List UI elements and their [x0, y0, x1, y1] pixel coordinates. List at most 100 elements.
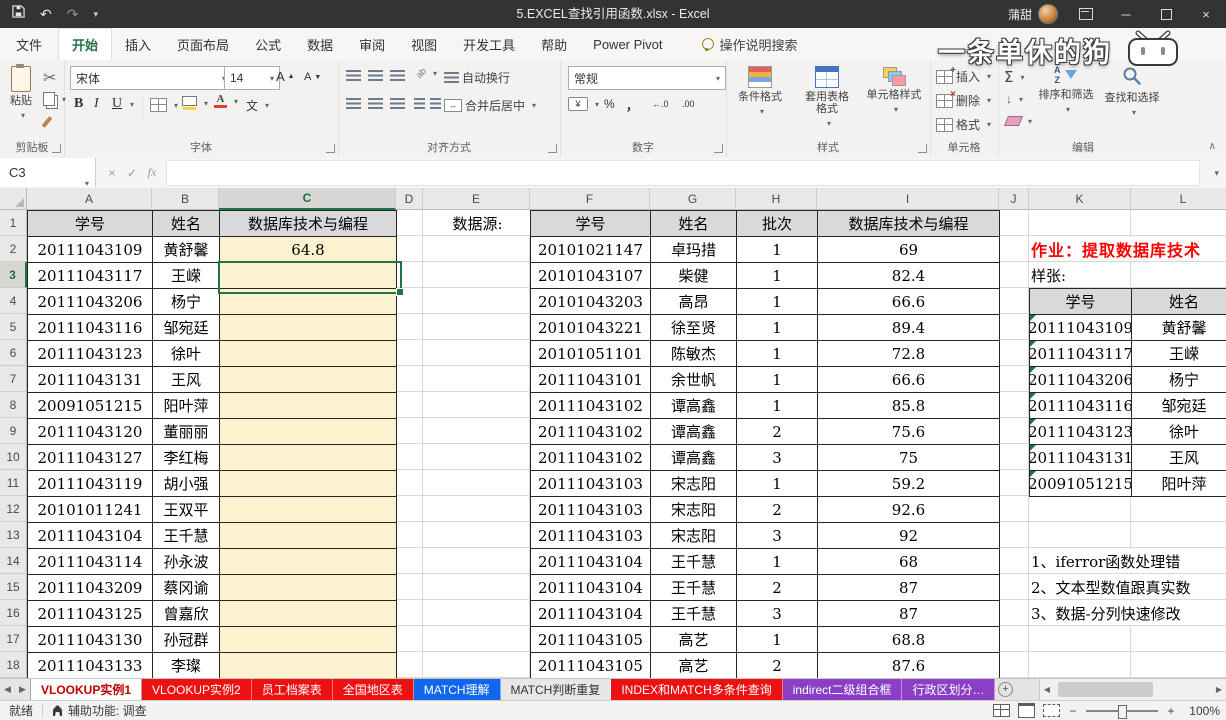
cell-G7[interactable]: 余世帆 — [650, 366, 737, 393]
undo-icon[interactable]: ↶ — [40, 7, 52, 21]
cell-F1[interactable]: 学号 — [530, 210, 651, 237]
cell-I17[interactable]: 68.8 — [817, 626, 1000, 653]
cell-I1[interactable]: 数据库技术与编程 — [817, 210, 1000, 237]
cell-G5[interactable]: 徐至贤 — [650, 314, 737, 341]
percent-style-button[interactable]: % — [604, 97, 615, 111]
row-header-15[interactable]: 15 — [0, 574, 27, 600]
cell-H18[interactable]: 2 — [736, 652, 818, 678]
cell-F12[interactable]: 20111043103 — [530, 496, 651, 523]
cell-A10[interactable]: 20111043127 — [27, 444, 153, 471]
ribbon-tab-审阅[interactable]: 审阅 — [346, 28, 398, 60]
cell-A12[interactable]: 20101011241 — [27, 496, 153, 523]
scroll-right-icon[interactable]: ▶ — [1212, 685, 1226, 694]
cell-K5[interactable]: 20111043109 — [1029, 314, 1132, 341]
row-header-13[interactable]: 13 — [0, 522, 27, 548]
cell-H1[interactable]: 批次 — [736, 210, 818, 237]
cell-C10[interactable] — [219, 444, 397, 471]
cell-B7[interactable]: 王风 — [152, 366, 220, 393]
cell-L5[interactable]: 黄舒馨 — [1131, 314, 1226, 341]
sheet-nav-right-icon[interactable]: ▶ — [15, 679, 30, 700]
maximize-button[interactable] — [1146, 0, 1186, 28]
cell-I15[interactable]: 87 — [817, 574, 1000, 601]
cell-I6[interactable]: 72.8 — [817, 340, 1000, 367]
cell-G17[interactable]: 高艺 — [650, 626, 737, 653]
cell-G16[interactable]: 王千慧 — [650, 600, 737, 627]
cell-C12[interactable] — [219, 496, 397, 523]
column-header-B[interactable]: B — [152, 188, 219, 210]
sheet-tab-VLOOKUP实例1[interactable]: VLOOKUP实例1 — [30, 679, 143, 700]
row-header-5[interactable]: 5 — [0, 314, 27, 340]
cut-button[interactable]: ✂ — [43, 68, 56, 88]
row-header-14[interactable]: 14 — [0, 548, 27, 574]
cell-I14[interactable]: 68 — [817, 548, 1000, 575]
row-header-11[interactable]: 11 — [0, 470, 27, 496]
cell-I5[interactable]: 89.4 — [817, 314, 1000, 341]
cell-H4[interactable]: 1 — [736, 288, 818, 315]
cell-L4[interactable]: 姓名 — [1131, 288, 1226, 315]
cell-G10[interactable]: 谭高鑫 — [650, 444, 737, 471]
grid-body[interactable]: 学号 姓名 数据库技术与编程 20111043109 黄舒馨 64.8 2011104311… — [27, 210, 1226, 678]
cell-K2[interactable]: 作业：提取数据库技术 — [1031, 237, 1205, 261]
column-header-K[interactable]: K — [1029, 188, 1131, 210]
cancel-icon[interactable]: × — [102, 158, 122, 187]
page-layout-view-icon[interactable] — [1018, 703, 1035, 718]
column-header-F[interactable]: F — [530, 188, 650, 210]
cell-A16[interactable]: 20111043125 — [27, 600, 153, 627]
cell-L8[interactable]: 邹宛廷 — [1131, 392, 1226, 419]
cell-F10[interactable]: 20111043102 — [530, 444, 651, 471]
row-header-18[interactable]: 18 — [0, 652, 27, 678]
cell-A3[interactable]: 20111043117 — [27, 262, 153, 289]
font-dialog-launcher-icon[interactable] — [326, 144, 335, 153]
row-header-2[interactable]: 2 — [0, 236, 27, 262]
styles-dialog-launcher-icon[interactable] — [918, 144, 927, 153]
cell-I3[interactable]: 82.4 — [817, 262, 1000, 289]
cell-B1[interactable]: 姓名 — [152, 210, 220, 237]
cell-C18[interactable] — [219, 652, 397, 678]
cell-H5[interactable]: 1 — [736, 314, 818, 341]
cell-H11[interactable]: 1 — [736, 470, 818, 497]
clipboard-dialog-launcher-icon[interactable] — [52, 144, 61, 153]
shrink-font-button[interactable]: A ▼ — [304, 71, 321, 83]
tell-me-search[interactable]: 操作说明搜索 — [701, 28, 798, 60]
select-all-corner[interactable] — [0, 188, 27, 210]
sheet-tab-INDEX和MATCH多条件查询[interactable]: INDEX和MATCH多条件查询 — [611, 679, 783, 700]
align-center-button[interactable] — [368, 98, 383, 109]
number-format-combo[interactable]: 常规 ▾ — [568, 66, 726, 90]
alignment-dialog-launcher-icon[interactable] — [548, 144, 557, 153]
merge-center-button[interactable]: ↔ 合并后居中 ▾ — [444, 97, 536, 114]
ribbon-tab-公式[interactable]: 公式 — [242, 28, 294, 60]
cell-A8[interactable]: 20091051215 — [27, 392, 153, 419]
phonetic-guide-button[interactable]: 文 ▾ — [246, 97, 269, 114]
cell-C9[interactable] — [219, 418, 397, 445]
cell-C1[interactable]: 数据库技术与编程 — [219, 210, 397, 237]
customize-qat-icon[interactable]: ▾ — [93, 9, 98, 20]
fill-color-button[interactable]: ▾ — [182, 96, 208, 110]
cell-G13[interactable]: 宋志阳 — [650, 522, 737, 549]
cell-K4[interactable]: 学号 — [1029, 288, 1132, 315]
format-cells-button[interactable]: 格式 ▾ — [936, 116, 991, 133]
format-painter-button[interactable] — [41, 116, 53, 128]
cell-H3[interactable]: 1 — [736, 262, 818, 289]
cell-F5[interactable]: 20101043221 — [530, 314, 651, 341]
cell-A1[interactable]: 学号 — [27, 210, 153, 237]
cell-K11[interactable]: 20091051215 — [1029, 470, 1132, 497]
ribbon-tab-数据[interactable]: 数据 — [294, 28, 346, 60]
decrease-indent-button[interactable] — [414, 98, 425, 109]
account-area[interactable]: 蒲甜 — [1000, 4, 1066, 24]
save-icon[interactable] — [12, 5, 25, 23]
underline-button[interactable]: U — [112, 96, 122, 112]
cell-G11[interactable]: 宋志阳 — [650, 470, 737, 497]
cell-A14[interactable]: 20111043114 — [27, 548, 153, 575]
number-dialog-launcher-icon[interactable] — [714, 144, 723, 153]
scrollbar-thumb[interactable] — [1058, 682, 1153, 697]
scroll-left-icon[interactable]: ◀ — [1040, 685, 1054, 694]
accessibility-status[interactable]: 辅助功能: 调查 — [43, 702, 156, 719]
column-header-A[interactable]: A — [27, 188, 152, 210]
cell-A7[interactable]: 20111043131 — [27, 366, 153, 393]
sheet-tab-MATCH判断重复[interactable]: MATCH判断重复 — [500, 679, 612, 700]
cell-C3[interactable] — [219, 262, 397, 289]
increase-decimal-button[interactable]: ←.0 — [652, 99, 669, 109]
cell-K10[interactable]: 20111043131 — [1029, 444, 1132, 471]
cell-B13[interactable]: 王千慧 — [152, 522, 220, 549]
cell-C16[interactable] — [219, 600, 397, 627]
